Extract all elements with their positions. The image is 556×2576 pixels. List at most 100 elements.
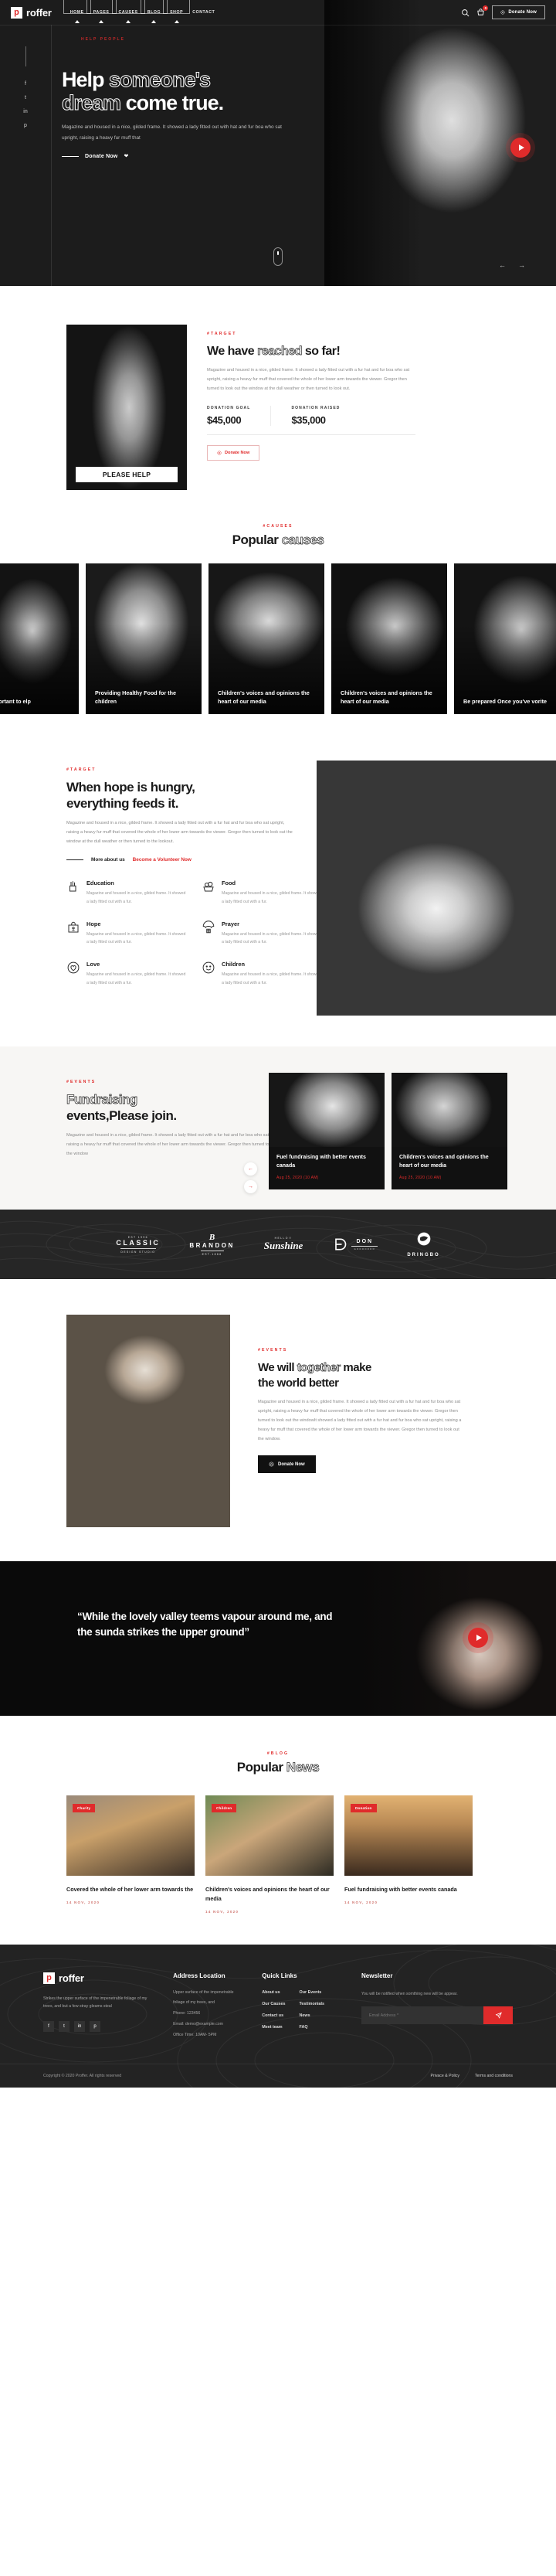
brand-logo[interactable]: p roffer bbox=[11, 6, 52, 19]
hero-title-part-1: Help bbox=[62, 68, 105, 91]
donate-now-header-button[interactable]: Donate Now bbox=[492, 5, 545, 19]
event-body: Children's voices and opinions the heart… bbox=[392, 1147, 507, 1189]
pinterest-icon[interactable]: p bbox=[90, 2021, 100, 2033]
blog-tag: #BLOG bbox=[266, 1751, 290, 1757]
nav-item-shop[interactable]: SHOP bbox=[163, 0, 191, 23]
together-title-part-1: We will bbox=[258, 1361, 295, 1375]
causes-title-part-2: causes bbox=[281, 533, 324, 548]
facebook-icon[interactable]: f bbox=[43, 2021, 54, 2033]
footer-link-news[interactable]: News bbox=[300, 2013, 325, 2018]
cause-card[interactable]: Children's voices and opinions the heart… bbox=[331, 563, 447, 715]
don-monogram-icon bbox=[335, 1238, 347, 1251]
blog-post-grid: Charity Covered the whole of her lower a… bbox=[0, 1795, 556, 1914]
post-category-badge[interactable]: Children bbox=[212, 1804, 237, 1813]
post-category-badge[interactable]: Charity bbox=[73, 1804, 96, 1813]
blog-post-card[interactable]: Donation Fuel fundraising with better ev… bbox=[344, 1795, 473, 1913]
become-volunteer-link[interactable]: Become a Volunteer Now bbox=[133, 857, 192, 863]
footer-logo[interactable]: p roffer bbox=[43, 1972, 153, 1984]
event-card[interactable]: Children's voices and opinions the heart… bbox=[392, 1073, 507, 1190]
cause-card[interactable]: Be prepared Once you've vorite bbox=[454, 563, 556, 715]
footer-link-meet-team[interactable]: Meet team bbox=[262, 2025, 285, 2030]
nav-item-home[interactable]: HOME bbox=[63, 0, 91, 23]
footer-privacy-policy-link[interactable]: Privace & Policy bbox=[430, 2074, 459, 2078]
footer-link-faq[interactable]: FAQ bbox=[300, 2025, 325, 2030]
search-icon[interactable] bbox=[461, 9, 470, 17]
events-slider-controls: ← → bbox=[244, 1162, 257, 1194]
footer-address-heading: Address Location bbox=[173, 1972, 225, 1979]
hero-slider-controls: ← → bbox=[499, 261, 525, 269]
heart-icon: ❤ bbox=[124, 154, 129, 160]
cause-card[interactable]: Providing Healthy Food for the children bbox=[86, 563, 202, 715]
cause-shade bbox=[454, 563, 556, 715]
post-category-badge[interactable]: Donation bbox=[351, 1804, 377, 1813]
events-title-line-2: events,Please join. bbox=[66, 1108, 177, 1123]
dringbo-emblem-icon bbox=[417, 1232, 430, 1246]
nav-item-contact[interactable]: CONTACT bbox=[192, 9, 215, 16]
nav-item-blog[interactable]: BLOG bbox=[140, 0, 168, 23]
fruit-basket-icon bbox=[203, 882, 214, 892]
footer-links-list-2: Our Events Testimonials News FAQ bbox=[300, 1990, 325, 2037]
header-actions: 0 Donate Now bbox=[461, 5, 545, 19]
linkedin-icon[interactable]: in bbox=[23, 109, 27, 114]
together-section: #EVENTS We will together make the world … bbox=[0, 1279, 556, 1561]
hero-next-button[interactable]: → bbox=[518, 261, 525, 269]
footer-phone: Phone: 123456 bbox=[173, 2011, 201, 2016]
quote-play-button[interactable] bbox=[468, 1628, 488, 1649]
together-donate-button[interactable]: Donate Now bbox=[258, 1455, 316, 1474]
event-image bbox=[269, 1073, 385, 1148]
event-date: Aug 25, 2020 (10 AM) bbox=[399, 1176, 442, 1181]
post-date: 14 NOV, 2020 bbox=[344, 1900, 378, 1904]
cause-card[interactable]: uncertain ortant to elp bbox=[0, 563, 79, 715]
footer-link-our-events[interactable]: Our Events bbox=[300, 1990, 325, 1995]
reached-donate-button[interactable]: Donate Now bbox=[207, 445, 260, 461]
twitter-icon[interactable]: t bbox=[59, 2021, 70, 2033]
cause-shade bbox=[0, 563, 79, 715]
nav-item-causes[interactable]: CAUSES bbox=[111, 0, 146, 23]
hero-donate-link[interactable]: Donate Now ❤ bbox=[62, 153, 324, 159]
twitter-icon[interactable]: t bbox=[25, 95, 26, 100]
causes-carousel[interactable]: uncertain ortant to elp Providing Health… bbox=[0, 563, 556, 715]
nav-item-pages[interactable]: PAGES bbox=[86, 0, 117, 23]
heart-circle-icon bbox=[67, 961, 80, 974]
logo-rule bbox=[120, 1247, 156, 1249]
linkedin-icon[interactable]: in bbox=[74, 2021, 85, 2033]
events-cards: Fuel fundraising with better events cana… bbox=[269, 1073, 507, 1190]
footer-link-about-us[interactable]: About us bbox=[262, 1990, 285, 1995]
logo-top-text: HELLO!! bbox=[274, 1237, 293, 1240]
event-image bbox=[392, 1073, 507, 1148]
event-card[interactable]: Fuel fundraising with better events cana… bbox=[269, 1073, 385, 1190]
feature-text: Magazine and housed in a nice, gilded fr… bbox=[86, 891, 186, 904]
together-content: #EVENTS We will together make the world … bbox=[230, 1315, 497, 1527]
hero-prev-button[interactable]: ← bbox=[499, 261, 506, 269]
more-about-us-link[interactable]: More about us bbox=[91, 857, 125, 863]
cause-title: Providing Healthy Food for the children bbox=[95, 689, 177, 706]
reached-tag: #TARGET bbox=[207, 332, 237, 336]
hero-play-button[interactable] bbox=[510, 138, 531, 158]
newsletter-submit-button[interactable] bbox=[483, 2006, 513, 2025]
footer-link-testimonials[interactable]: Testimonials bbox=[300, 2002, 325, 2006]
blog-post-card[interactable]: Charity Covered the whole of her lower a… bbox=[66, 1795, 195, 1913]
pinterest-icon[interactable]: p bbox=[24, 123, 27, 128]
hero-title: Help someone's dream come true. bbox=[61, 68, 324, 115]
events-prev-button[interactable]: ← bbox=[244, 1162, 257, 1176]
footer-link-contact-us[interactable]: Contact us bbox=[262, 2013, 285, 2018]
events-next-button[interactable]: → bbox=[244, 1180, 257, 1194]
cart-icon[interactable]: 0 bbox=[476, 5, 489, 17]
play-icon bbox=[518, 145, 524, 151]
newsletter-email-input[interactable] bbox=[361, 2013, 483, 2018]
hope-features-grid: Education Magazine and housed in a nice,… bbox=[66, 880, 321, 987]
logo-bottom-text: DESIGN STUDIO bbox=[120, 1250, 156, 1254]
footer-link-our-causes[interactable]: Our Causes bbox=[262, 2002, 285, 2006]
blog-title-part-2: News bbox=[286, 1760, 320, 1775]
reached-paragraph: Magazine and housed in a nice, gilded fr… bbox=[207, 368, 410, 392]
feature-title: Prayer bbox=[222, 920, 240, 927]
feature-food: Food Magazine and housed in a nice, gild… bbox=[202, 880, 321, 906]
blog-post-card[interactable]: Children Children's voices and opinions … bbox=[205, 1795, 334, 1914]
footer-terms-link[interactable]: Terms and conditions bbox=[475, 2074, 513, 2078]
parachute-box-icon bbox=[202, 920, 215, 933]
events-tag: #EVENTS bbox=[66, 1080, 97, 1085]
scroll-indicator bbox=[273, 247, 283, 266]
feature-text: Magazine and housed in a nice, gilded fr… bbox=[86, 931, 186, 945]
facebook-icon[interactable]: f bbox=[25, 81, 26, 87]
cause-card[interactable]: Children's voices and opinions the heart… bbox=[208, 563, 324, 715]
